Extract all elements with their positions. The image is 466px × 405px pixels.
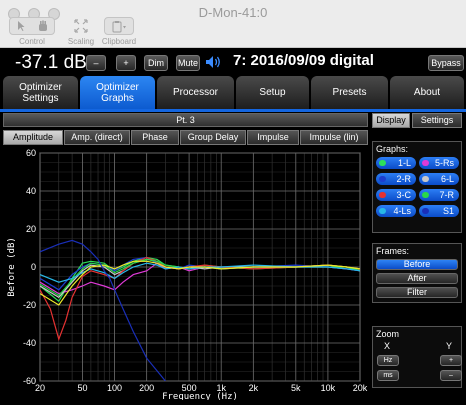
subtab-amp-direct[interactable]: Amp. (direct) bbox=[64, 130, 130, 145]
subtab-phase[interactable]: Phase bbox=[131, 130, 179, 145]
graph-label: S1 bbox=[442, 206, 454, 216]
point-selector[interactable]: Pt. 3 bbox=[3, 113, 368, 127]
graph-toggle-7-r[interactable]: 7-R bbox=[419, 189, 459, 201]
y-tick-label: -20 bbox=[23, 300, 36, 310]
tab-optimizer-settings[interactable]: Optimizer Settings bbox=[3, 76, 78, 109]
y-tick-label: 20 bbox=[26, 224, 36, 234]
subtab-impulse[interactable]: Impulse bbox=[247, 130, 299, 145]
graph-toggle-s1[interactable]: S1 bbox=[419, 205, 459, 217]
graph-label: 3-C bbox=[396, 190, 411, 200]
bypass-button[interactable]: Bypass bbox=[428, 55, 464, 71]
graph-color-dot bbox=[422, 192, 429, 198]
preset-name: 7: 2016/09/09 digital bbox=[233, 52, 374, 69]
y-tick-label: -40 bbox=[23, 338, 36, 348]
graph-color-dot bbox=[422, 160, 429, 166]
zoom-y-out-button[interactable]: – bbox=[440, 370, 462, 381]
speaker-icon[interactable] bbox=[205, 55, 223, 69]
zoom-x-label: X bbox=[384, 341, 391, 351]
tab-presets[interactable]: Presets bbox=[311, 76, 388, 109]
zoom-ms-button[interactable]: ms bbox=[377, 370, 399, 381]
graph-color-dot bbox=[379, 192, 386, 198]
control-label: Control bbox=[19, 37, 45, 46]
x-tick-label: 5k bbox=[291, 383, 301, 393]
y-tick-label: 0 bbox=[31, 262, 36, 272]
window-titlebar: D-Mon-41:0 Control Scaling Clipboard bbox=[0, 0, 466, 48]
x-axis-label: Frequency (Hz) bbox=[162, 392, 238, 400]
graph-label: 1-L bbox=[397, 158, 411, 168]
subtab-group-delay[interactable]: Group Delay bbox=[180, 130, 246, 145]
frame-after-button[interactable]: After bbox=[376, 273, 458, 284]
amplitude-chart[interactable]: 20 50 100 200 500 1k 2k 5k 10k 20k6040200-20-40-6… bbox=[0, 146, 370, 402]
x-tick-label: 10k bbox=[321, 383, 336, 393]
plot-area: 20 50 100 200 500 1k 2k 5k 10k 20k 60 40 20 0 -20 -40 -6… bbox=[0, 146, 370, 402]
graph-label: 4-Ls bbox=[393, 206, 411, 216]
frame-filter-button[interactable]: Filter bbox=[376, 287, 458, 298]
graph-toggle-2-r[interactable]: 2-R bbox=[376, 173, 416, 185]
main-tabs: Optimizer Settings Optimizer Graphs Proc… bbox=[0, 76, 466, 109]
zoom-y-in-button[interactable]: + bbox=[440, 355, 462, 366]
x-tick-label: 200 bbox=[139, 383, 154, 393]
volume-down-button[interactable]: – bbox=[86, 55, 106, 71]
graphs-panel bbox=[372, 141, 462, 233]
dim-button[interactable]: Dim bbox=[144, 55, 168, 71]
pointer-icon bbox=[17, 21, 24, 31]
hand-icon bbox=[38, 20, 47, 31]
x-tick-label: 20k bbox=[353, 383, 368, 393]
clipboard-tool[interactable]: Clipboard bbox=[98, 17, 140, 47]
volume-up-button[interactable]: + bbox=[116, 55, 136, 71]
side-tab-settings[interactable]: Settings bbox=[412, 113, 462, 128]
graph-toggle-5-rs[interactable]: 5-Rs bbox=[419, 157, 459, 169]
subtab-impulse-lin[interactable]: Impulse (lin) bbox=[300, 130, 368, 145]
tab-underline bbox=[0, 109, 466, 112]
scaling-label: Scaling bbox=[67, 37, 95, 46]
frame-before-button[interactable]: Before bbox=[376, 259, 458, 270]
y-axis-label: Before (dB) bbox=[7, 237, 17, 297]
zoom-hz-button[interactable]: Hz bbox=[377, 355, 399, 366]
mute-button[interactable]: Mute bbox=[176, 55, 200, 71]
tab-about[interactable]: About bbox=[390, 76, 464, 109]
tab-optimizer-graphs[interactable]: Optimizer Graphs bbox=[80, 76, 155, 109]
y-tick-label: -60 bbox=[23, 376, 36, 386]
graph-color-dot bbox=[379, 160, 386, 166]
volume-readout: -37.1 dB bbox=[15, 52, 87, 73]
subtab-amplitude[interactable]: Amplitude bbox=[3, 130, 63, 145]
control-tool[interactable]: Control bbox=[8, 17, 56, 47]
graph-label: 2-R bbox=[396, 174, 411, 184]
graph-label: 7-R bbox=[439, 190, 454, 200]
graphs-heading: Graphs: bbox=[376, 144, 409, 154]
side-tab-display[interactable]: Display bbox=[372, 113, 410, 128]
zoom-heading: Zoom bbox=[376, 329, 400, 339]
tab-processor[interactable]: Processor bbox=[157, 76, 234, 109]
y-tick-label: 60 bbox=[26, 148, 36, 158]
clipboard-icon bbox=[112, 20, 126, 32]
graph-label: 6-L bbox=[440, 174, 454, 184]
graph-toggle-1-l[interactable]: 1-L bbox=[376, 157, 416, 169]
graph-label: 5-Rs bbox=[434, 158, 454, 168]
graph-toggle-3-c[interactable]: 3-C bbox=[376, 189, 416, 201]
zoom-y-label: Y bbox=[446, 341, 453, 351]
x-tick-label: 50 bbox=[77, 383, 87, 393]
clipboard-label: Clipboard bbox=[101, 37, 137, 46]
x-tick-label: 20 bbox=[35, 383, 45, 393]
graph-color-dot bbox=[379, 208, 386, 214]
graph-color-dot bbox=[422, 176, 429, 182]
graph-toggle-4-ls[interactable]: 4-Ls bbox=[376, 205, 416, 217]
frames-heading: Frames: bbox=[376, 246, 410, 256]
graph-toggle-6-l[interactable]: 6-L bbox=[419, 173, 459, 185]
scaling-icon bbox=[74, 19, 88, 33]
tab-setup[interactable]: Setup bbox=[236, 76, 309, 109]
graph-color-dot bbox=[379, 176, 386, 182]
x-tick-label: 2k bbox=[249, 383, 259, 393]
scaling-tool[interactable]: Scaling bbox=[66, 17, 96, 47]
graph-color-dot bbox=[422, 208, 429, 214]
x-tick-label: 100 bbox=[107, 383, 122, 393]
y-tick-label: 40 bbox=[26, 186, 36, 196]
